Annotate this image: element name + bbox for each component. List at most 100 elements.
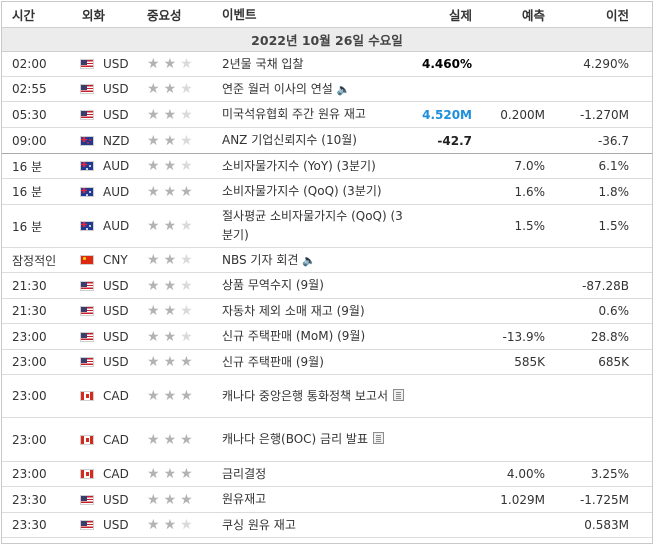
event-label[interactable]: 신규 주택판매 (MoM) (9월) — [222, 329, 365, 343]
header-time[interactable]: 시간 — [2, 5, 68, 24]
currency-code: USD — [103, 304, 129, 318]
star-icon: ★ — [180, 517, 193, 533]
event-label[interactable]: 캐나다 중앙은행 통화정책 보고서 — [222, 389, 388, 403]
actual-value: -42.7 — [437, 133, 472, 148]
event-label[interactable]: 미국석유협회 주간 원유 재고 — [222, 107, 366, 121]
forecast-value: 1.6% — [514, 184, 546, 199]
event-label[interactable]: 소비자물가지수 (QoQ) (3분기) — [222, 184, 382, 198]
event-name[interactable]: 캐나다 중앙은행 통화정책 보고서 — [222, 387, 406, 406]
event-name[interactable]: 캐나다 은행(BOC) 금리 발표 — [222, 430, 406, 449]
event-label[interactable]: 상품 무역수지 (9월) — [222, 278, 324, 292]
event-time: 23:00 — [12, 389, 47, 403]
event-label[interactable]: 신규 주택판매 (9월) — [222, 355, 324, 369]
event-name[interactable]: 소비자물가지수 (YoY) (3분기) — [222, 157, 406, 176]
event-name[interactable]: 소비자물가지수 (QoQ) (3분기) — [222, 182, 406, 201]
currency-code: CNY — [103, 253, 128, 267]
table-row[interactable]: 02:55 USD ★ ★ ★ 연준 월러 이사의 연설 🔈 — [2, 77, 652, 102]
star-icon: ★ — [147, 466, 160, 482]
event-label[interactable]: 절사평균 소비자물가지수 (QoQ) (3분기) — [222, 209, 403, 242]
table-row[interactable]: 23:00 USD ★ ★ ★ 신규 주택판매 (9월) 585K 685K — [2, 350, 652, 375]
event-name[interactable]: 금리결정 — [222, 465, 406, 484]
event-time: 21:30 — [12, 304, 47, 318]
star-icon: ★ — [147, 388, 160, 404]
event-label[interactable]: 원유재고 — [222, 492, 266, 506]
event-label[interactable]: 캐나다 은행(BOC) 금리 발표 — [222, 432, 368, 446]
us-flag-icon — [80, 59, 94, 69]
ca-flag-icon — [80, 391, 94, 401]
event-time: 23:00 — [12, 432, 47, 447]
event-label[interactable]: ANZ 기업신뢰지수 (10월) — [222, 133, 357, 147]
table-row[interactable]: 09:00 NZD ★ ★ ★ ANZ 기업신뢰지수 (10월) -42.7 -36.7 — [2, 128, 652, 154]
document-icon[interactable] — [373, 432, 385, 444]
event-time: 09:00 — [12, 133, 47, 148]
event-currency: AUD — [68, 219, 134, 233]
header-currency[interactable]: 외화 — [68, 5, 134, 24]
header-forecast[interactable]: 예측 — [472, 5, 545, 24]
star-icon: ★ — [163, 218, 177, 234]
event-name[interactable]: 원유재고 — [222, 490, 406, 509]
event-name[interactable]: 신규 주택판매 (9월) — [222, 353, 406, 372]
event-name[interactable]: 상품 무역수지 (9월) — [222, 276, 406, 295]
document-icon[interactable] — [393, 388, 405, 401]
cn-flag-icon — [80, 255, 94, 265]
event-label[interactable]: 쿠싱 원유 재고 — [222, 518, 296, 532]
importance-rating: ★ ★ ★ — [134, 389, 222, 403]
event-name[interactable]: 쿠싱 원유 재고 — [222, 516, 406, 535]
event-currency: CAD — [68, 389, 134, 403]
event-label[interactable]: 자동차 제외 소매 재고 (9월) — [222, 304, 365, 318]
event-time: 16 분 — [12, 219, 43, 234]
event-name[interactable]: ANZ 기업신뢰지수 (10월) — [222, 131, 406, 150]
header-actual[interactable]: 실제 — [406, 5, 472, 24]
table-row[interactable]: 16 분 AUD ★ ★ ★ 소비자물가지수 (QoQ) (3분기) 1.6% 1.8% — [2, 179, 652, 205]
table-row[interactable]: 16 분 AUD ★ ★ ★ 소비자물가지수 (YoY) (3분기) 7.0% 6.1% — [2, 154, 652, 179]
currency-code: USD — [103, 107, 129, 122]
star-icon: ★ — [147, 132, 160, 149]
event-name[interactable]: 미국석유협회 주간 원유 재고 — [222, 105, 406, 124]
event-label[interactable]: 연준 월러 이사의 연설 — [222, 82, 333, 96]
header-importance[interactable]: 중요성 — [134, 5, 222, 24]
star-icon: ★ — [147, 431, 160, 448]
event-name[interactable]: 자동차 제외 소매 재고 (9월) — [222, 302, 406, 321]
table-row[interactable]: 23:00 CAD ★ ★ ★ 금리결정 4.00% 3.25% — [2, 462, 652, 487]
previous-value: 28.8% — [590, 329, 629, 344]
table-row[interactable]: 23:00 CAD ★ ★ ★ 캐나다 은행(BOC) 금리 발표 — [2, 418, 652, 462]
economic-calendar-table: 시간 외화 중요성 이벤트 실제 예측 이전 2022년 10월 26일 수요일… — [1, 1, 653, 544]
table-row[interactable]: 02:00 USD ★ ★ ★ 2년물 국채 입찰 4.460% 4.290% — [2, 52, 652, 77]
us-flag-icon — [80, 306, 94, 316]
star-icon: ★ — [163, 431, 177, 448]
header-previous[interactable]: 이전 — [545, 5, 629, 24]
table-row[interactable]: 05:30 USD ★ ★ ★ 미국석유협회 주간 원유 재고 4.520M 0.200M -1… — [2, 102, 652, 128]
star-icon: ★ — [163, 491, 177, 508]
event-name[interactable]: NBS 기자 회견 🔈 — [222, 251, 406, 270]
star-icon: ★ — [147, 491, 160, 508]
table-row[interactable]: 잠정적인 CNY ★ ★ ★ NBS 기자 회견 🔈 — [2, 248, 652, 273]
currency-code: USD — [103, 82, 129, 96]
event-label[interactable]: 2년물 국채 입찰 — [222, 57, 304, 71]
header-event[interactable]: 이벤트 — [222, 5, 406, 24]
event-label[interactable]: 금리결정 — [222, 467, 266, 481]
table-row[interactable]: 23:00 USD ★ ★ ★ 신규 주택판매 (MoM) (9월) -13.9% 28.8% — [2, 324, 652, 350]
star-icon: ★ — [180, 81, 193, 97]
event-name[interactable]: 신규 주택판매 (MoM) (9월) — [222, 327, 406, 346]
table-row[interactable]: 23:30 USD ★ ★ ★ 쿠싱 원유 재고 0.583M — [2, 513, 652, 538]
star-icon: ★ — [163, 354, 177, 370]
table-row[interactable]: 21:30 USD ★ ★ ★ 상품 무역수지 (9월) -87.28B — [2, 273, 652, 299]
event-label[interactable]: 소비자물가지수 (YoY) (3분기) — [222, 159, 376, 173]
star-icon: ★ — [180, 56, 193, 72]
currency-code: USD — [103, 57, 129, 71]
table-row[interactable]: 23:30 USD ★ ★ ★ 원유재고 1.029M -1.725M — [2, 487, 652, 513]
table-row[interactable]: 21:30 USD ★ ★ ★ 자동차 제외 소매 재고 (9월) 0.6% — [2, 299, 652, 324]
event-name[interactable]: 절사평균 소비자물가지수 (QoQ) (3분기) — [222, 207, 406, 245]
star-icon: ★ — [163, 388, 177, 404]
event-name[interactable]: 2년물 국채 입찰 — [222, 55, 406, 74]
us-flag-icon — [80, 109, 94, 120]
nz-flag-icon — [80, 135, 94, 146]
us-flag-icon — [80, 357, 94, 367]
table-row[interactable]: 16 분 AUD ★ ★ ★ 절사평균 소비자물가지수 (QoQ) (3분기) 1.5% 1.… — [2, 205, 652, 248]
event-label[interactable]: NBS 기자 회견 — [222, 253, 298, 267]
table-row[interactable]: 23:00 CAD ★ ★ ★ 캐나다 중앙은행 통화정책 보고서 — [2, 375, 652, 418]
event-name[interactable]: 연준 월러 이사의 연설 🔈 — [222, 80, 406, 99]
us-flag-icon — [80, 331, 94, 342]
event-currency: USD — [68, 304, 134, 318]
star-icon: ★ — [180, 354, 193, 370]
